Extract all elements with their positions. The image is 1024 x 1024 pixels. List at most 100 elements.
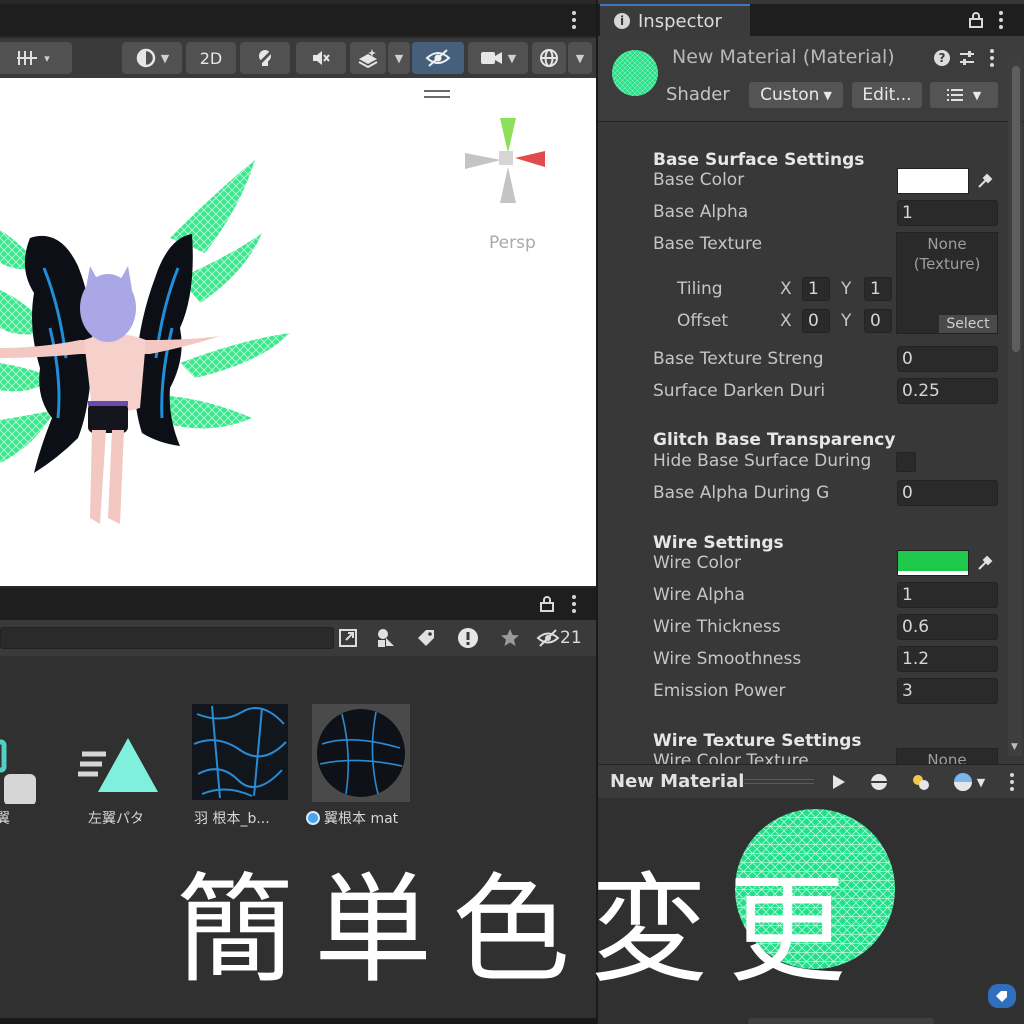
preview-background-button[interactable]: ▼ (944, 769, 994, 795)
material-small-icon (306, 811, 320, 825)
project-search-input[interactable] (0, 627, 334, 649)
asset-prefab[interactable] (0, 704, 46, 806)
preview-lighting-button[interactable] (906, 769, 936, 795)
search-by-type-button[interactable] (332, 624, 364, 652)
wire-alpha-field[interactable]: 1 (897, 582, 998, 608)
tiling-x-field[interactable]: 1 (802, 277, 830, 301)
lighting-toggle-button[interactable] (240, 42, 290, 74)
preset-sliders-icon[interactable] (958, 49, 976, 67)
hidden-packages-toggle[interactable]: 21 (536, 624, 582, 652)
scene-visibility-button[interactable] (412, 42, 464, 74)
animation-clip-icon (78, 738, 158, 792)
shader-label: Shader (666, 84, 730, 105)
shading-mode-button[interactable]: ▼ (122, 42, 182, 74)
lock-icon[interactable] (540, 596, 554, 612)
wire-color-texture-slot[interactable]: None (896, 748, 998, 764)
preview-mesh-button[interactable] (864, 769, 894, 795)
offset-x-field[interactable]: 0 (802, 309, 830, 333)
lighting-off-icon (255, 48, 275, 68)
texture-select-button[interactable]: Select (939, 315, 997, 333)
project-more-icon[interactable] (571, 595, 577, 613)
offset-label: Offset (677, 311, 729, 331)
material-properties: Base Surface Settings Base Color Base Al… (598, 122, 1024, 764)
overlay-menu-handle[interactable] (424, 90, 450, 98)
offset-y-field[interactable]: 0 (864, 309, 892, 333)
preview-header: New Material ▼ (598, 764, 1024, 798)
wire-color-texture-label: Wire Color Texture (653, 751, 809, 764)
texture-none-line1: None (927, 235, 967, 253)
chevron-down-icon: ▼ (972, 88, 982, 102)
texture-strength-field[interactable]: 0 (897, 346, 998, 372)
lock-icon[interactable] (969, 12, 983, 28)
help-icon[interactable]: ? (933, 49, 951, 67)
audio-toggle-button[interactable] (296, 42, 346, 74)
sphere-mesh-icon (871, 774, 887, 790)
scene-more-icon[interactable] (571, 11, 577, 29)
orientation-gizmo[interactable] (455, 113, 565, 223)
wire-smoothness-label: Wire Smoothness (653, 649, 802, 669)
eye-hidden-icon (536, 629, 560, 647)
base-texture-label: Base Texture (653, 234, 763, 254)
scene-camera-button[interactable]: ▼ (468, 42, 528, 74)
wire-thickness-label: Wire Thickness (653, 617, 781, 637)
inspector-tab-label: Inspector (638, 10, 722, 32)
material-preview-icon (612, 50, 658, 96)
asset-texture[interactable] (192, 704, 288, 800)
alpha-during-field[interactable]: 0 (897, 480, 998, 506)
filter-by-label-button[interactable] (410, 624, 442, 652)
play-preview-button[interactable] (824, 769, 854, 795)
preview-more-icon[interactable] (1009, 773, 1015, 791)
wire-color-swatch[interactable] (897, 550, 969, 576)
open-window-icon (339, 629, 357, 647)
material-more-icon[interactable] (989, 49, 995, 67)
asset-animation[interactable] (72, 704, 168, 804)
preview-drag-handle[interactable] (744, 779, 814, 780)
shader-dropdown[interactable]: Custon ▼ (749, 82, 843, 108)
filter-by-type-button[interactable] (370, 624, 402, 652)
base-alpha-field[interactable]: 1 (897, 200, 998, 226)
overlay-caption: 簡単色変更 (176, 861, 867, 999)
eyedropper-icon[interactable] (972, 550, 998, 576)
chevron-down-icon: ▼ (823, 88, 832, 102)
2d-toggle-button[interactable]: 2D (186, 42, 236, 74)
emission-power-field[interactable]: 3 (897, 678, 998, 704)
camera-icon (480, 52, 502, 64)
wire-thickness-field[interactable]: 0.6 (897, 614, 998, 640)
base-texture-slot[interactable]: None (Texture) Select (896, 232, 998, 334)
asset-label-tag-icon[interactable] (988, 984, 1016, 1008)
offset-x-label: X (780, 311, 792, 331)
audio-muted-icon (313, 51, 330, 65)
wire-texture-none: None (927, 751, 967, 764)
edit-shader-button[interactable]: Edit... (852, 82, 922, 108)
effects-toggle-button[interactable] (350, 42, 386, 74)
projection-label[interactable]: Persp (489, 233, 536, 253)
hide-surface-checkbox[interactable] (896, 452, 916, 472)
scene-viewport[interactable]: Persp (0, 78, 596, 586)
tab-inspector[interactable]: i Inspector (600, 4, 750, 36)
scrollbar-thumb[interactable] (1012, 66, 1020, 352)
asset-material[interactable] (312, 704, 410, 802)
inspector-scrollbar[interactable]: ▼ (1008, 56, 1022, 756)
eyedropper-icon[interactable] (972, 168, 998, 194)
tiling-y-field[interactable]: 1 (864, 277, 892, 301)
asset-bundle-bar (748, 1018, 934, 1024)
inspector-more-icon[interactable] (998, 11, 1004, 29)
wire-smoothness-field[interactable]: 1.2 (897, 646, 998, 672)
effects-dropdown-button[interactable]: ▼ (388, 42, 410, 74)
prefab-icon (0, 739, 36, 806)
texture-thumbnail (193, 705, 287, 799)
surface-darken-field[interactable]: 0.25 (897, 378, 998, 404)
scroll-down-icon[interactable]: ▼ (1011, 742, 1018, 752)
material-header: New Material (Material) ? Shader Custon ▼… (598, 36, 1024, 122)
section-wire-settings: Wire Settings (653, 533, 784, 553)
gizmos-button[interactable] (532, 42, 566, 74)
base-color-swatch[interactable] (897, 168, 969, 194)
grid-snap-button[interactable]: ▾ (0, 42, 72, 74)
grid-caret: ▾ (44, 51, 50, 65)
gizmos-dropdown-button[interactable]: ▼ (568, 42, 592, 74)
shading-sphere-icon (136, 48, 156, 68)
favorites-button[interactable] (494, 624, 526, 652)
shader-options-button[interactable]: ▼ (930, 82, 998, 108)
console-errors-button[interactable] (452, 624, 484, 652)
material-sphere-thumbnail (317, 709, 405, 797)
